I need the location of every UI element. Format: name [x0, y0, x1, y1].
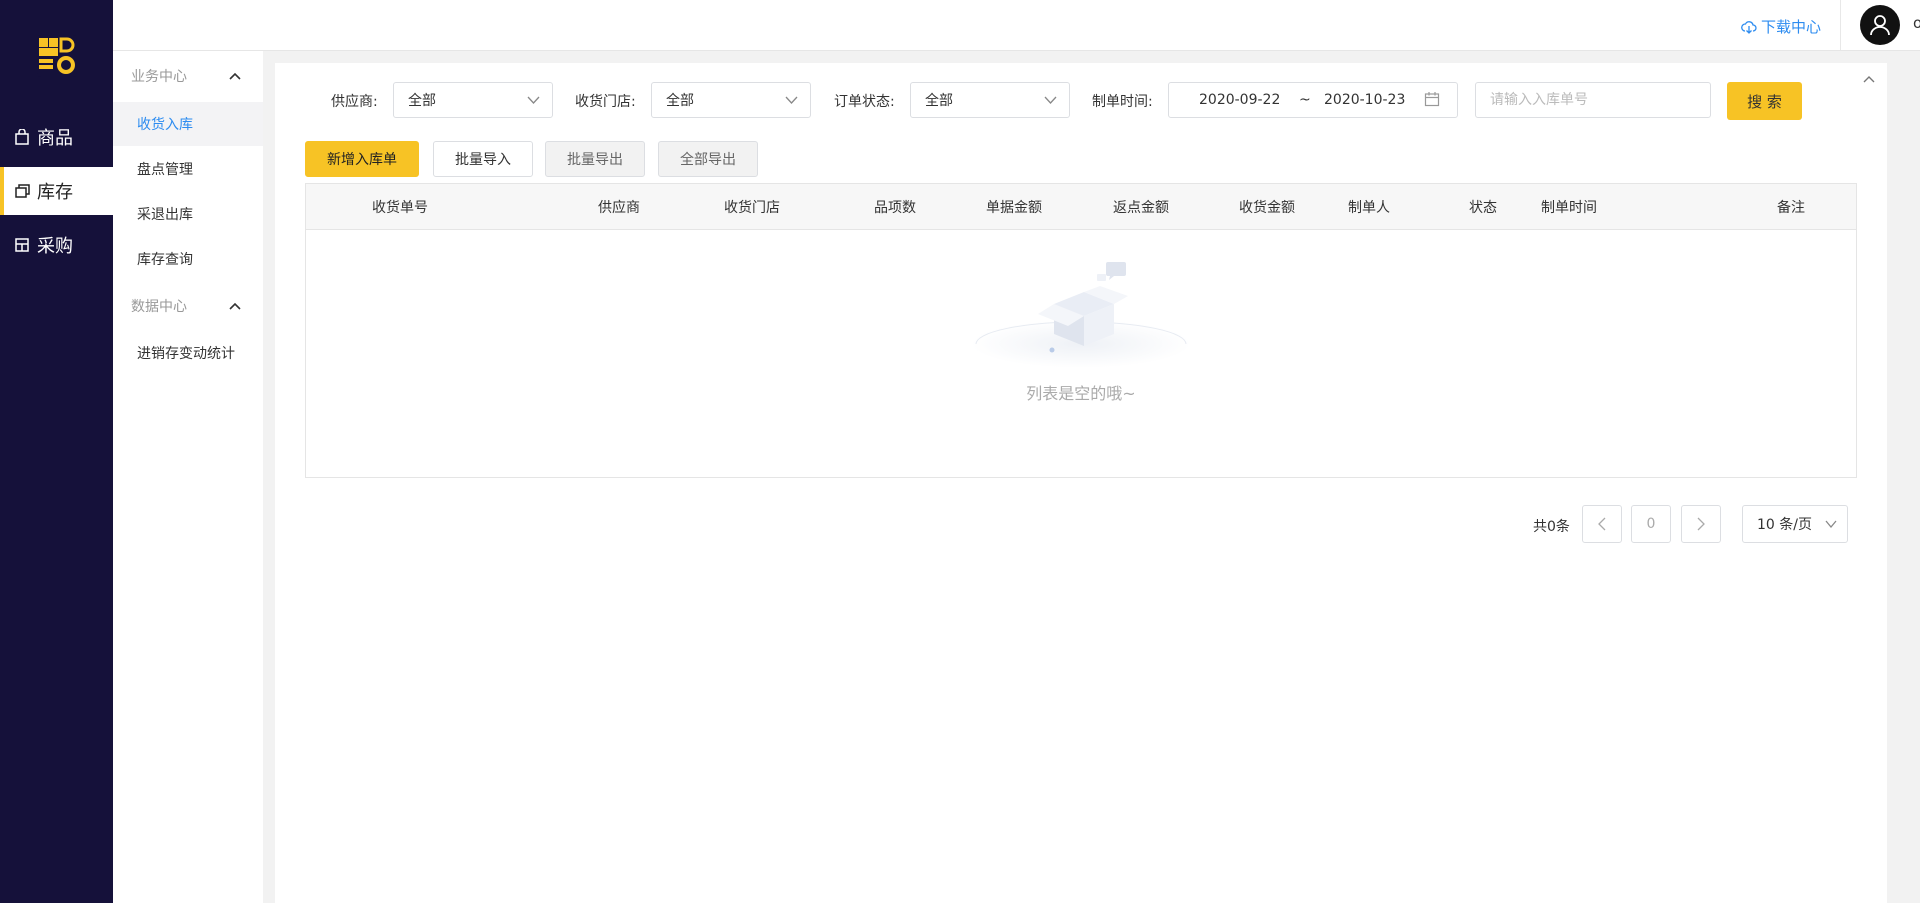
- divider: [1840, 0, 1841, 50]
- column-header: 单据金额: [986, 200, 1042, 216]
- page-size-select[interactable]: 10 条/页: [1742, 505, 1848, 543]
- sub-item-return-out[interactable]: 采退出库: [113, 192, 263, 236]
- user-icon: [1868, 13, 1892, 37]
- column-header: 收货单号: [372, 200, 428, 216]
- next-page-button[interactable]: [1681, 505, 1721, 543]
- prev-page-button[interactable]: [1582, 505, 1622, 543]
- batch-export-button[interactable]: 批量导出: [545, 141, 645, 177]
- date-range-picker[interactable]: 2020-09-22 ~ 2020-10-23: [1168, 82, 1458, 118]
- chevron-up-icon: [229, 72, 241, 80]
- supplier-select[interactable]: 全部: [393, 82, 553, 118]
- group-title: 业务中心: [131, 69, 187, 85]
- sub-nav: 业务中心 收货入库 盘点管理 采退出库 库存查询 数据中心 进销存变动统计: [113, 51, 263, 903]
- main-content: 供应商: 全部 收货门店: 全部 订单状态: 全部 制单时间: 2020-09-…: [275, 63, 1887, 903]
- column-header: 制单时间: [1541, 200, 1597, 216]
- column-header: 品项数: [874, 200, 916, 216]
- sub-item-receiving[interactable]: 收货入库: [113, 102, 263, 146]
- supplier-label: 供应商:: [331, 94, 378, 110]
- nav-item-label: 采购: [37, 236, 73, 257]
- date-start: 2020-09-22: [1199, 92, 1281, 108]
- current-page[interactable]: 0: [1631, 505, 1671, 543]
- top-bar: 下载中心 owner: [113, 0, 1920, 51]
- supplier-value: 全部: [408, 93, 436, 109]
- group-title: 数据中心: [131, 299, 187, 315]
- search-button[interactable]: 搜 索: [1727, 82, 1802, 120]
- chevron-down-icon: [1825, 520, 1837, 528]
- nav-item-inventory[interactable]: 库存: [0, 167, 113, 215]
- date-end: 2020-10-23: [1324, 92, 1406, 108]
- main-nav: 商品 库存 采购: [0, 0, 113, 903]
- sub-item-label: 收货入库: [137, 117, 193, 133]
- status-select[interactable]: 全部: [910, 82, 1070, 118]
- empty-box-illustration: [966, 244, 1196, 378]
- store-select[interactable]: 全部: [651, 82, 811, 118]
- nav-item-goods[interactable]: 商品: [0, 113, 113, 161]
- purchase-icon: [14, 237, 30, 253]
- column-header: 供应商: [598, 200, 640, 216]
- sub-item-label: 进销存变动统计: [137, 346, 235, 362]
- store-value: 全部: [666, 93, 694, 109]
- batch-import-button[interactable]: 批量导入: [433, 141, 533, 177]
- nav-item-purchase[interactable]: 采购: [0, 221, 113, 269]
- sub-item-label: 盘点管理: [137, 162, 193, 178]
- column-header: 状态: [1469, 200, 1497, 216]
- column-header: 制单人: [1348, 200, 1390, 216]
- username[interactable]: owner: [1913, 14, 1920, 32]
- receipt-table: 收货单号 供应商 收货门店 品项数 单据金额 返点金额 收货金额 制单人 状态 …: [305, 183, 1857, 478]
- column-header: 收货金额: [1239, 200, 1295, 216]
- chevron-down-icon: [1044, 96, 1057, 104]
- chevron-up-icon: [229, 302, 241, 310]
- column-header: 返点金额: [1113, 200, 1169, 216]
- pager-total: 共0条: [1533, 519, 1570, 535]
- logo: [37, 35, 77, 77]
- empty-state-text: 列表是空的哦~: [1026, 384, 1136, 403]
- column-header: 收货门店: [724, 200, 780, 216]
- date-label: 制单时间:: [1092, 94, 1153, 110]
- sub-item-stock-query[interactable]: 库存查询: [113, 237, 263, 281]
- new-receipt-button[interactable]: 新增入库单: [305, 141, 419, 177]
- store-label: 收货门店:: [575, 94, 636, 110]
- sub-item-stock-stats[interactable]: 进销存变动统计: [113, 331, 263, 375]
- chevron-right-icon: [1697, 517, 1705, 531]
- nav-item-label: 商品: [37, 128, 73, 149]
- avatar[interactable]: [1860, 5, 1900, 45]
- calendar-icon: [1424, 91, 1440, 111]
- chevron-down-icon: [527, 96, 540, 104]
- sub-item-stocktake[interactable]: 盘点管理: [113, 147, 263, 191]
- download-center-link[interactable]: 下载中心: [1741, 16, 1821, 37]
- bag-icon: [14, 128, 30, 145]
- chevron-left-icon: [1598, 517, 1606, 531]
- order-number-input[interactable]: [1475, 82, 1711, 118]
- date-separator: ~: [1299, 92, 1311, 108]
- table-header: 收货单号 供应商 收货门店 品项数 单据金额 返点金额 收货金额 制单人 状态 …: [306, 184, 1856, 230]
- sub-item-label: 采退出库: [137, 207, 193, 223]
- page-size-value: 10 条/页: [1757, 517, 1812, 533]
- chevron-down-icon: [785, 96, 798, 104]
- status-value: 全部: [925, 93, 953, 109]
- group-head-business[interactable]: 业务中心: [113, 61, 263, 91]
- download-center-label: 下载中心: [1761, 18, 1822, 36]
- nav-item-label: 库存: [37, 182, 73, 203]
- group-head-data[interactable]: 数据中心: [113, 291, 263, 321]
- cloud-download-icon: [1741, 20, 1757, 34]
- export-all-button[interactable]: 全部导出: [658, 141, 758, 177]
- sub-item-label: 库存查询: [137, 252, 193, 268]
- chevron-up-icon[interactable]: [1863, 69, 1875, 87]
- column-header: 备注: [1777, 200, 1805, 216]
- status-label: 订单状态:: [834, 94, 895, 110]
- stack-icon: [14, 183, 30, 199]
